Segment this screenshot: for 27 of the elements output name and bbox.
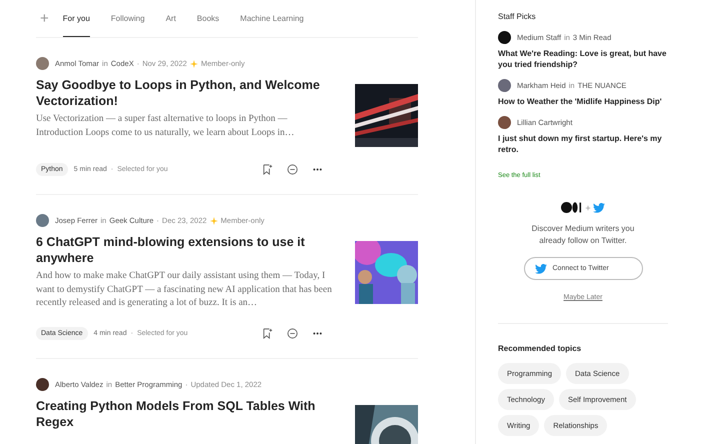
tab[interactable]: Art (166, 0, 176, 37)
tab[interactable]: For you (62, 0, 90, 37)
tab[interactable]: Books (196, 0, 220, 37)
bookmark-icon[interactable] (262, 328, 273, 338)
pick-title[interactable]: What We're Reading: Love is great, but have you tried friendship? (498, 48, 668, 70)
tab[interactable]: Following (110, 0, 145, 37)
section-heading: Staff Picks (498, 12, 537, 21)
minus-circle-icon[interactable] (287, 328, 298, 338)
bird-icon (534, 264, 546, 274)
pick-title[interactable]: How to Weather the 'Midlife Happiness Dip' (498, 96, 668, 107)
bookmark-icon[interactable] (262, 164, 273, 175)
tab[interactable]: Machine Learning (240, 0, 304, 37)
article-excerpt[interactable]: Use Vectorization — a super fast alternative to loops in Python — Introduction Loops come to us naturally, we learn about Loops in… (36, 113, 335, 140)
avatar[interactable] (498, 116, 511, 129)
article-excerpt[interactable]: And how to make make ChatGPT our daily assistant using them — Today, I want to demystify ChatGPT — a fascinating new AI application that has been recently released and is generating a lot of buzz. It is an… (36, 270, 335, 310)
pick-title[interactable]: I just shut down my first startup. Here's my retro. (498, 133, 668, 155)
article-title[interactable]: 6 ChatGPT mind-blowing extensions to use it anywhere (36, 234, 335, 266)
twitter-prompt: Discover Medium writers you already follow on Twitter. (530, 223, 636, 247)
plus-sign: + (585, 202, 591, 212)
article-title[interactable]: Creating Python Models From SQL Tables With Regex (36, 398, 335, 430)
logo-drawing (561, 202, 584, 213)
avatar[interactable] (36, 378, 49, 390)
section-heading: Recommended topics (498, 344, 582, 353)
bird-icon (592, 202, 605, 212)
article-title[interactable]: Say Goodbye to Loops in Python, and Welcome Vectorization! (36, 77, 335, 109)
avatar[interactable] (498, 31, 511, 44)
minus-circle-icon[interactable] (287, 164, 298, 175)
